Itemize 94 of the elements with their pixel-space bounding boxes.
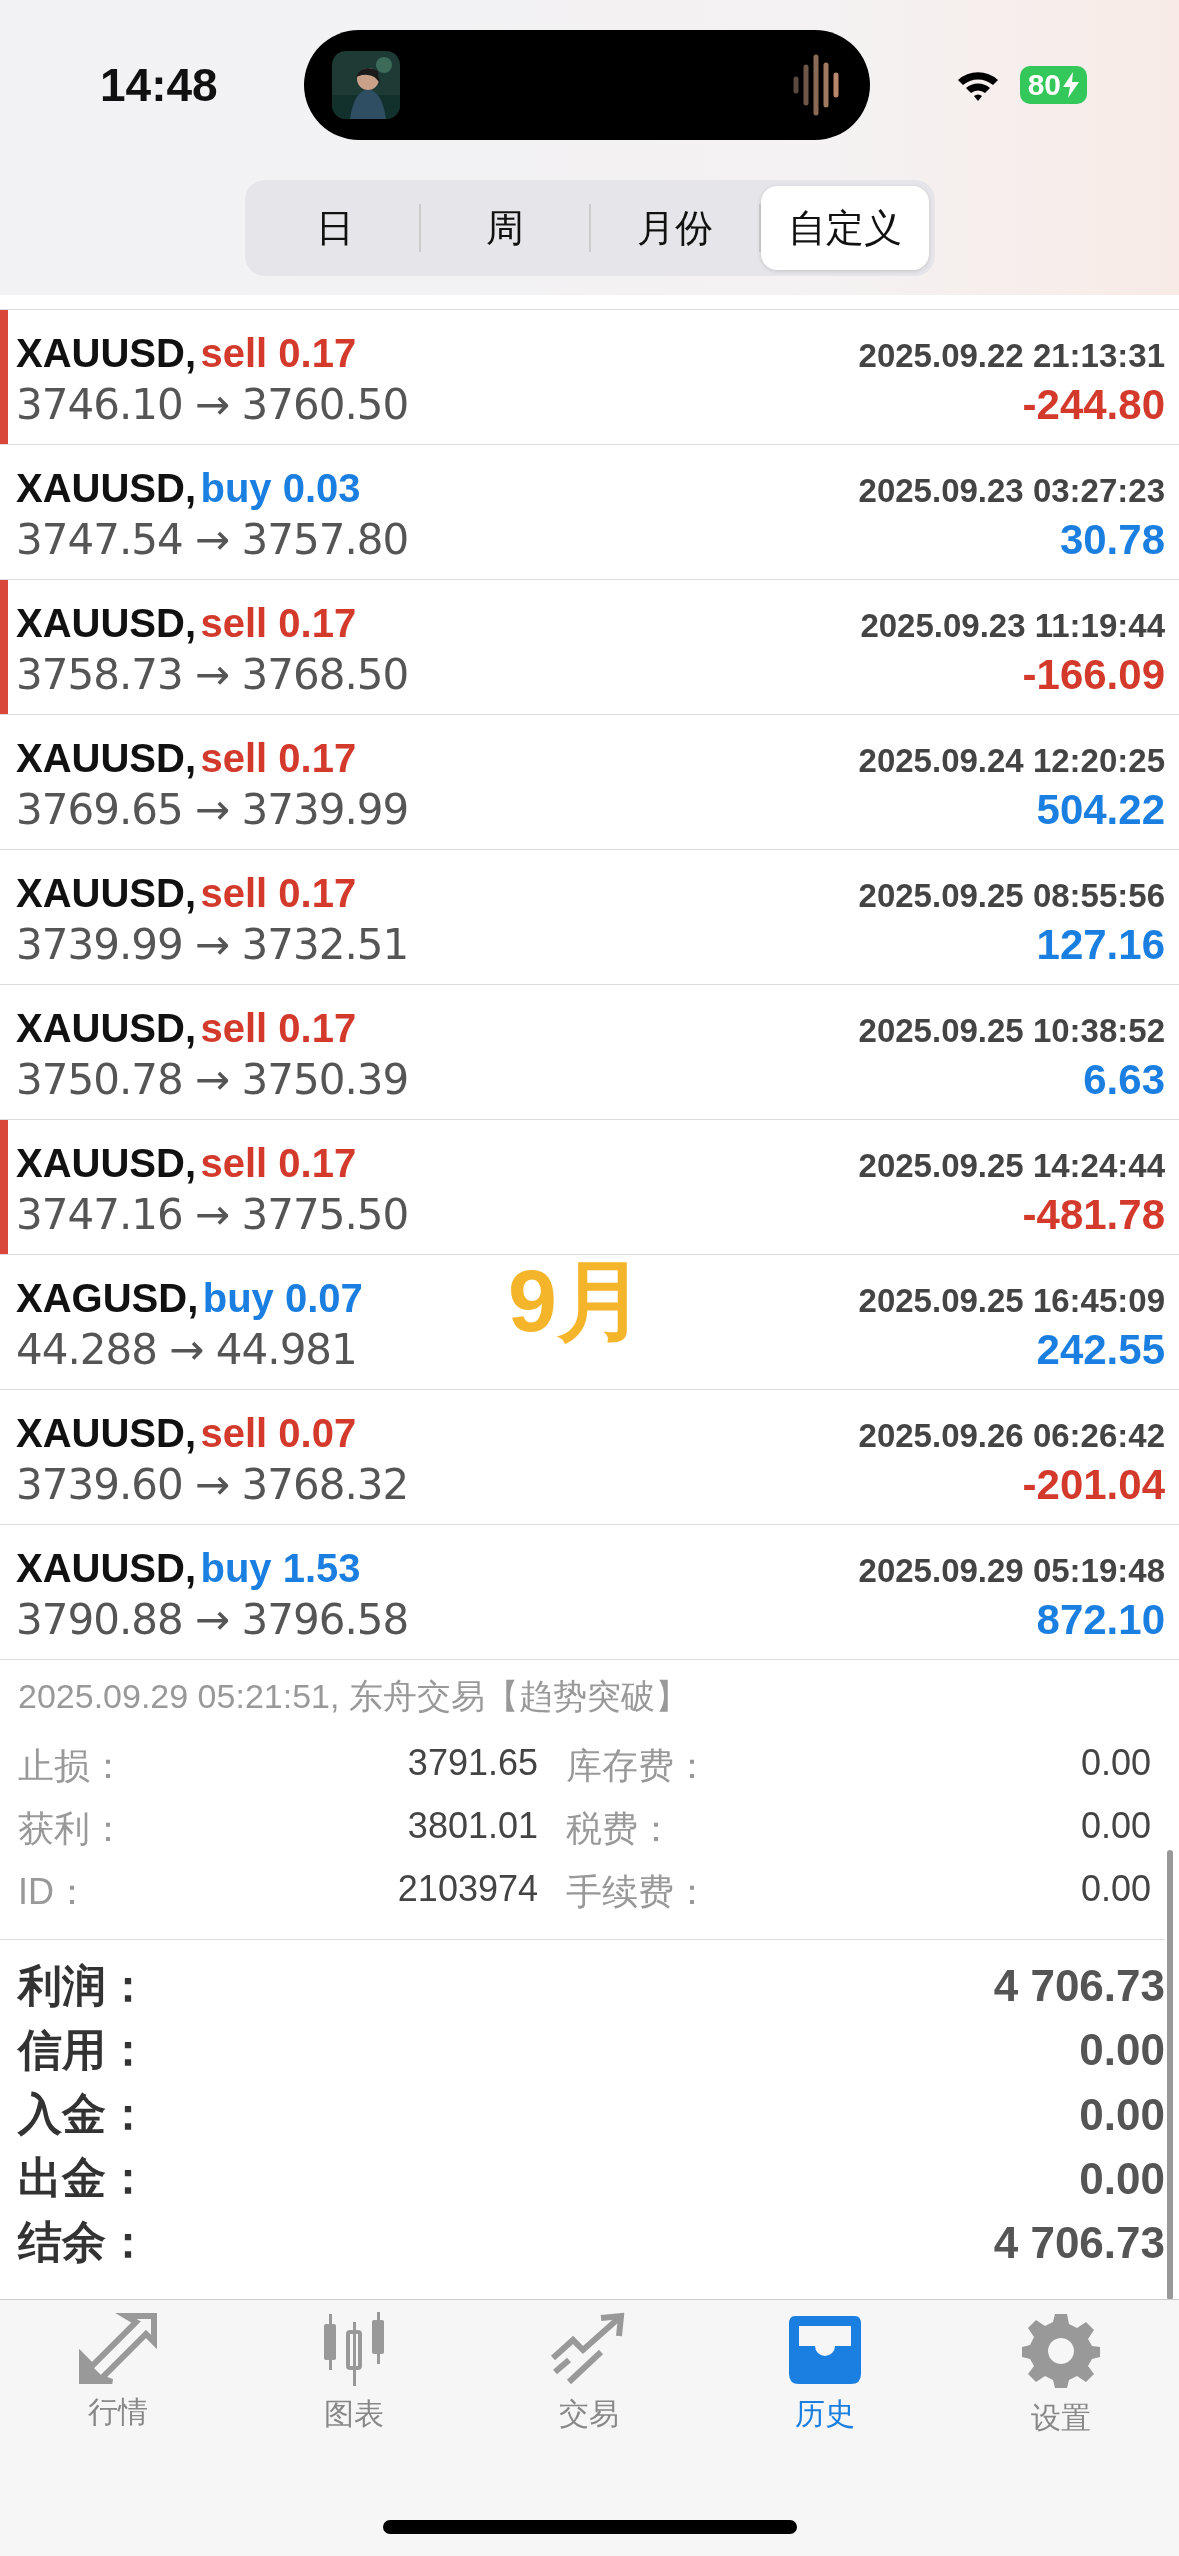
order-type: buy 1.53: [200, 1546, 361, 1590]
price-range: 3758.73 → 3768.50: [16, 650, 409, 699]
field-value: 3791.65: [406, 1742, 538, 1785]
profit: 872.10: [1036, 1596, 1165, 1644]
deal-row[interactable]: XAUUSD,sell 0.17 2025.09.23 11:19:44 3758.73 → 3768.50 -166.09: [0, 580, 1179, 715]
arrows-icon: [77, 2312, 158, 2384]
symbol: XAGUSD,: [16, 1276, 199, 1320]
deal-time: 2025.09.22 21:13:31: [858, 337, 1165, 375]
order-type: sell 0.17: [200, 601, 357, 645]
deal-row[interactable]: XAUUSD,sell 0.17 2025.09.25 14:24:44 3747.16 → 3775.50 -481.78: [0, 1120, 1179, 1255]
price-range: 3739.99 → 3732.51: [16, 920, 409, 969]
order-type: sell 0.17: [200, 1006, 357, 1050]
order-type: sell 0.07: [200, 1411, 357, 1455]
summary-value: 4 706.73: [993, 1961, 1165, 2012]
status-time: 14:48: [100, 58, 218, 112]
field-label: 手续费：: [565, 1870, 711, 1914]
summary-label: 入金：: [18, 2088, 150, 2140]
price-range: 44.288 → 44.981: [16, 1325, 357, 1374]
deal-time: 2025.09.25 16:45:09: [858, 1282, 1165, 1320]
summary-label: 结余：: [18, 2216, 150, 2269]
field-value: 3801.01: [406, 1805, 538, 1848]
deal-time: 2025.09.25 08:55:56: [858, 877, 1165, 915]
symbol: XAUUSD,: [16, 331, 197, 375]
order-type: buy 0.03: [200, 466, 361, 510]
deal-time: 2025.09.25 10:38:52: [858, 1012, 1165, 1050]
field-label: ID：: [18, 1870, 91, 1914]
battery-indicator: 80: [1019, 66, 1087, 104]
symbol: XAUUSD,: [16, 736, 197, 780]
price-range: 3746.10 → 3760.50: [16, 380, 409, 429]
price-range: 3769.65 → 3739.99: [16, 785, 409, 834]
summary-value: 0.00: [1079, 2025, 1165, 2076]
summary-label: 利润：: [18, 1959, 150, 2012]
summary-value: 0.00: [1079, 2153, 1165, 2204]
deal-row[interactable]: XAUUSD,sell 0.17 2025.09.22 21:13:31 3746.10 → 3760.50 -244.80: [0, 310, 1179, 445]
month-annotation: 9月: [508, 1257, 645, 1345]
profit: -166.09: [1022, 651, 1165, 699]
profit: -244.80: [1022, 381, 1165, 429]
profit: 30.78: [1059, 516, 1165, 564]
symbol: XAUUSD,: [16, 871, 197, 915]
period-tab[interactable]: 月份: [590, 186, 759, 270]
order-type: sell 0.17: [200, 1141, 357, 1185]
order-type: sell 0.17: [200, 331, 357, 375]
summary-label: 信用：: [18, 2023, 150, 2076]
field-value: 2103974: [396, 1868, 538, 1911]
profit: 6.63: [1083, 1056, 1165, 1104]
waveform-icon: [791, 53, 842, 117]
deal-time: 2025.09.26 06:26:42: [858, 1417, 1165, 1455]
symbol: XAUUSD,: [16, 1006, 197, 1050]
symbol: XAUUSD,: [16, 601, 197, 645]
field-label: 止损：: [18, 1744, 127, 1788]
order-comment: 2025.09.29 05:21:51, 东舟交易【趋势突破】: [18, 1676, 690, 1717]
tab-bar-item[interactable]: 历史: [725, 2312, 926, 2439]
profit: 504.22: [1036, 786, 1165, 834]
field-label: 税费：: [565, 1807, 675, 1851]
profit: -481.78: [1022, 1191, 1165, 1239]
deal-row[interactable]: XAUUSD,sell 0.17 2025.09.24 12:20:25 3769.65 → 3739.99 504.22: [0, 715, 1179, 850]
field-value: 0.00: [1080, 1868, 1151, 1911]
field-value: 0.00: [1080, 1805, 1151, 1848]
symbol: XAUUSD,: [16, 1546, 197, 1590]
deal-time: 2025.09.23 03:27:23: [858, 472, 1165, 510]
price-range: 3750.78 → 3750.39: [16, 1055, 409, 1104]
deal-time: 2025.09.23 11:19:44: [860, 607, 1165, 645]
period-tab[interactable]: 日: [250, 186, 419, 270]
price-range: 3790.88 → 3796.58: [16, 1595, 409, 1644]
deal-time: 2025.09.25 14:24:44: [858, 1147, 1165, 1185]
period-tab[interactable]: 周: [420, 186, 589, 270]
deal-row[interactable]: XAUUSD,buy 1.53 2025.09.29 05:19:48 3790.88 → 3796.58 872.10: [0, 1525, 1179, 1660]
summary-label: 出金：: [18, 2152, 150, 2205]
settings-icon: [1022, 2312, 1101, 2390]
profit: -201.04: [1022, 1461, 1165, 1509]
profit: 242.55: [1036, 1326, 1165, 1374]
deal-time: 2025.09.29 05:19:48: [858, 1552, 1165, 1590]
field-label: 库存费：: [565, 1744, 711, 1788]
period-tab[interactable]: 自定义: [760, 186, 929, 270]
deal-row[interactable]: XAUUSD,sell 0.17 2025.09.25 08:55:56 3739.99 → 3732.51 127.16: [0, 850, 1179, 985]
summary-value: 4 706.73: [993, 2217, 1165, 2268]
summary-value: 0.00: [1079, 2089, 1165, 2140]
price-range: 3747.54 → 3757.80: [16, 515, 409, 564]
deal-row[interactable]: XAUUSD,buy 0.03 2025.09.23 03:27:23 3747.54 → 3757.80 30.78: [0, 445, 1179, 580]
deal-row[interactable]: XAUUSD,sell 0.07 2025.09.26 06:26:42 3739.60 → 3768.32 -201.04: [0, 1390, 1179, 1525]
order-type: sell 0.17: [200, 871, 357, 915]
deal-time: 2025.09.24 12:20:25: [858, 742, 1165, 780]
symbol: XAUUSD,: [16, 1411, 197, 1455]
order-type: sell 0.17: [200, 736, 357, 780]
field-label: 获利：: [18, 1807, 127, 1851]
symbol: XAUUSD,: [16, 1141, 197, 1185]
deal-row[interactable]: XAUUSD,sell 0.17 2025.09.25 10:38:52 3750.78 → 3750.39 6.63: [0, 985, 1179, 1120]
price-range: 3739.60 → 3768.32: [16, 1460, 409, 1509]
field-value: 0.00: [1080, 1742, 1151, 1785]
price-range: 3747.16 → 3775.50: [16, 1190, 409, 1239]
profit: 127.16: [1036, 921, 1165, 969]
deal-row[interactable]: XAGUSD,buy 0.07 9月 2025.09.25 16:45:09 44.288 → 44.981 242.55: [0, 1255, 1179, 1390]
symbol: XAUUSD,: [16, 466, 197, 510]
order-type: buy 0.07: [202, 1276, 363, 1320]
